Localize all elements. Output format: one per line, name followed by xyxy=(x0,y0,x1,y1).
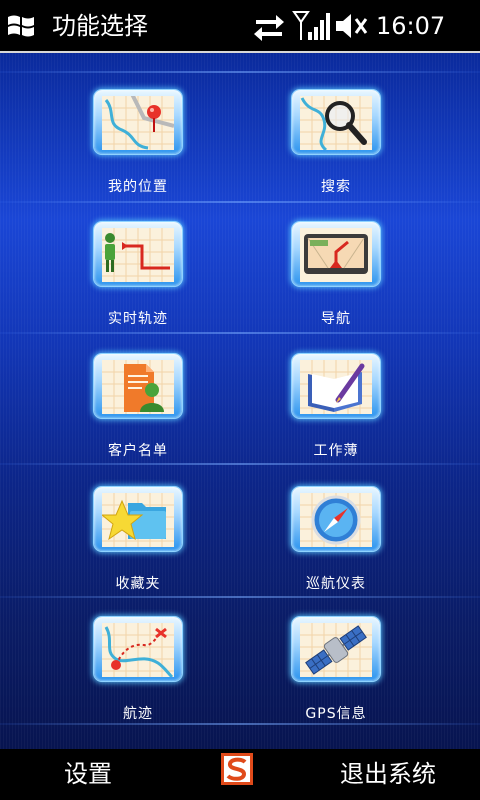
menu-item-favorites[interactable]: 收藏夹 xyxy=(42,487,242,617)
menu-item-label: 客户名单 xyxy=(108,443,168,459)
menu-item-label: 搜索 xyxy=(321,179,351,195)
menu-item-my-location[interactable]: 我的位置 xyxy=(42,90,242,220)
magnifier-map-icon xyxy=(300,96,372,150)
menu-item-label: 航迹 xyxy=(123,706,153,722)
menu-item-workbook[interactable]: 工作薄 xyxy=(240,354,440,484)
compass-icon xyxy=(300,493,372,547)
menu-item-label: 巡航仪表 xyxy=(306,576,366,592)
function-menu: 我的位置 搜索 实时轨迹 导航 客户名单 工作薄 收藏夹 巡航仪表 航迹 GPS… xyxy=(0,53,480,749)
route-map-icon xyxy=(102,623,174,677)
menu-item-label: 收藏夹 xyxy=(115,576,161,592)
client-list-icon xyxy=(102,360,174,414)
signal-strength-icon[interactable] xyxy=(292,10,330,42)
menu-item-cruise-gauge[interactable]: 巡航仪表 xyxy=(240,487,440,617)
windows-logo-icon[interactable] xyxy=(6,11,36,41)
menu-item-label: 实时轨迹 xyxy=(108,311,168,327)
notebook-pen-icon xyxy=(300,360,372,414)
menu-item-label: 工作薄 xyxy=(313,443,359,459)
menu-item-realtime-track[interactable]: 实时轨迹 xyxy=(42,222,242,352)
clock-time: 16:07 xyxy=(376,12,446,40)
menu-item-label: GPS信息 xyxy=(305,706,367,722)
sogou-input-icon[interactable] xyxy=(221,753,253,785)
star-folder-icon xyxy=(102,493,174,547)
menu-item-route-trace[interactable]: 航迹 xyxy=(42,617,242,747)
menu-item-client-list[interactable]: 客户名单 xyxy=(42,354,242,484)
track-person-icon xyxy=(102,228,174,282)
status-bar: 功能选择 16:07 xyxy=(0,0,480,53)
settings-softkey[interactable]: 设置 xyxy=(64,757,112,791)
page-title: 功能选择 xyxy=(52,12,148,40)
menu-item-gps-info[interactable]: GPS信息 xyxy=(240,617,440,747)
map-pin-icon xyxy=(102,96,174,150)
satellite-icon xyxy=(300,623,372,677)
data-transfer-icon[interactable] xyxy=(252,10,286,42)
menu-item-search[interactable]: 搜索 xyxy=(240,90,440,220)
softkey-bar: 设置 退出系统 xyxy=(0,749,480,800)
exit-system-softkey[interactable]: 退出系统 xyxy=(340,757,436,791)
menu-item-navigation[interactable]: 导航 xyxy=(240,222,440,352)
menu-item-label: 导航 xyxy=(321,311,351,327)
speaker-muted-icon[interactable] xyxy=(334,10,368,42)
row-divider xyxy=(0,71,480,73)
navigator-device-icon xyxy=(300,228,372,282)
menu-item-label: 我的位置 xyxy=(108,179,168,195)
